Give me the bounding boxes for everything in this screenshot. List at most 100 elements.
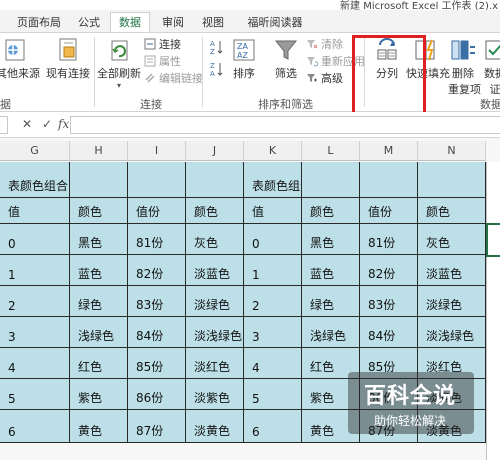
- table-cell[interactable]: 1: [244, 255, 302, 286]
- table-cell[interactable]: 82份: [128, 255, 186, 286]
- table-cell[interactable]: 蓝色: [70, 255, 128, 286]
- table-cell[interactable]: 浅绿色: [70, 317, 128, 348]
- table-cell[interactable]: 81份: [360, 224, 418, 255]
- tab-foxit-reader[interactable]: 福昕阅读器: [236, 13, 314, 32]
- table-cell[interactable]: 0: [0, 224, 70, 255]
- table-cell[interactable]: [418, 162, 486, 198]
- existing-connection-button[interactable]: 现有连接: [44, 37, 92, 81]
- sort-za-icon[interactable]: ZA: [210, 61, 224, 78]
- column-header[interactable]: J: [186, 141, 244, 161]
- tab-formulas[interactable]: 公式: [72, 13, 106, 32]
- table-cell[interactable]: [128, 162, 186, 198]
- table-cell[interactable]: 淡蓝色: [418, 255, 486, 286]
- table-cell[interactable]: 淡红色: [186, 348, 244, 379]
- table-cell[interactable]: 黑色: [70, 224, 128, 255]
- table-cell[interactable]: 84份: [360, 317, 418, 348]
- insert-function-icon[interactable]: fx: [58, 117, 69, 131]
- table-cell[interactable]: [186, 162, 244, 198]
- table-cell[interactable]: 绿色: [70, 286, 128, 317]
- table-cell[interactable]: 浅绿色: [302, 317, 360, 348]
- table-cell[interactable]: 淡紫色: [186, 379, 244, 410]
- clear-filter-button[interactable]: 清除: [306, 37, 343, 53]
- advanced-button[interactable]: 高级: [306, 71, 343, 87]
- filter-button[interactable]: 筛选: [270, 37, 302, 81]
- table-cell[interactable]: 2: [0, 286, 70, 317]
- column-header[interactable]: I: [128, 141, 186, 161]
- other-sources-button[interactable]: 其他来源: [0, 37, 40, 81]
- name-box[interactable]: [0, 116, 8, 134]
- connections-button[interactable]: 连接: [144, 37, 181, 53]
- table-cell[interactable]: 5: [244, 379, 302, 410]
- remove-duplicates-button[interactable]: 删除 重复项: [448, 37, 481, 97]
- table-cell[interactable]: 淡绿色: [418, 286, 486, 317]
- table-cell[interactable]: 4: [244, 348, 302, 379]
- table-cell[interactable]: 绿色: [302, 286, 360, 317]
- refresh-all-button[interactable]: 全部刷新 ▾: [96, 37, 142, 90]
- table-cell[interactable]: 表颜色组合: [0, 162, 70, 198]
- sort-az-icon[interactable]: AZ: [210, 39, 224, 56]
- clear-filter-icon: [307, 40, 318, 49]
- table-cell[interactable]: 灰色: [418, 224, 486, 255]
- table-cell[interactable]: [70, 162, 128, 198]
- tab-page-layout[interactable]: 页面布局: [14, 13, 64, 32]
- table-cell[interactable]: 颜色: [70, 198, 128, 224]
- next-column-cells[interactable]: [486, 162, 500, 460]
- table-cell[interactable]: 淡绿色: [186, 286, 244, 317]
- table-cell[interactable]: 值: [244, 198, 302, 224]
- cancel-icon[interactable]: ✕: [22, 117, 32, 131]
- table-cell[interactable]: 淡浅绿色: [186, 317, 244, 348]
- column-header[interactable]: K: [244, 141, 302, 161]
- table-cell[interactable]: 85份: [128, 348, 186, 379]
- table-cell[interactable]: 颜色: [418, 198, 486, 224]
- formula-bar: ✕ ✓ fx: [0, 112, 500, 138]
- table-cell[interactable]: 6: [244, 410, 302, 443]
- table-cell[interactable]: 紫色: [70, 379, 128, 410]
- edit-links-button[interactable]: 编辑链接: [144, 71, 203, 87]
- column-header[interactable]: G: [0, 141, 70, 161]
- table-cell[interactable]: 5: [0, 379, 70, 410]
- table-cell[interactable]: 颜色: [302, 198, 360, 224]
- table-cell[interactable]: 红色: [70, 348, 128, 379]
- table-cell[interactable]: 颜色: [186, 198, 244, 224]
- table-cell[interactable]: 84份: [128, 317, 186, 348]
- active-cell[interactable]: [486, 223, 500, 257]
- table-cell[interactable]: 82份: [360, 255, 418, 286]
- table-cell[interactable]: 值份: [360, 198, 418, 224]
- table-cell[interactable]: 灰色: [186, 224, 244, 255]
- table-cell[interactable]: 83份: [360, 286, 418, 317]
- table-cell[interactable]: 3: [244, 317, 302, 348]
- enter-icon[interactable]: ✓: [42, 117, 52, 131]
- table-cell[interactable]: 87份: [128, 410, 186, 443]
- data-validation-button[interactable]: 数据 证: [480, 37, 500, 97]
- table-cell[interactable]: 值份: [128, 198, 186, 224]
- table-cell[interactable]: 淡浅绿色: [418, 317, 486, 348]
- table-cell[interactable]: 0: [244, 224, 302, 255]
- sort-button[interactable]: ZA AZ 排序: [228, 37, 260, 81]
- table-cell[interactable]: 81份: [128, 224, 186, 255]
- table-cell[interactable]: 1: [0, 255, 70, 286]
- table-cell[interactable]: [360, 162, 418, 198]
- table-cell[interactable]: 4: [0, 348, 70, 379]
- properties-button[interactable]: 属性: [144, 54, 181, 70]
- column-header[interactable]: L: [302, 141, 360, 161]
- tab-review[interactable]: 审阅: [156, 13, 190, 32]
- formula-input[interactable]: [70, 116, 500, 134]
- table-cell[interactable]: 黑色: [302, 224, 360, 255]
- table-cell[interactable]: 86份: [128, 379, 186, 410]
- column-header[interactable]: N: [418, 141, 486, 161]
- column-header[interactable]: H: [70, 141, 128, 161]
- table-cell[interactable]: 83份: [128, 286, 186, 317]
- table-cell[interactable]: 3: [0, 317, 70, 348]
- table-cell[interactable]: 表颜色组合: [244, 162, 302, 198]
- column-header[interactable]: M: [360, 141, 418, 161]
- table-cell[interactable]: 淡黄色: [186, 410, 244, 443]
- table-cell[interactable]: 值: [0, 198, 70, 224]
- table-cell[interactable]: 淡蓝色: [186, 255, 244, 286]
- table-cell[interactable]: 蓝色: [302, 255, 360, 286]
- table-cell[interactable]: [302, 162, 360, 198]
- table-cell[interactable]: 黄色: [70, 410, 128, 443]
- tab-data[interactable]: 数据: [110, 12, 150, 33]
- table-cell[interactable]: 2: [244, 286, 302, 317]
- tab-view[interactable]: 视图: [196, 13, 230, 32]
- table-cell[interactable]: 6: [0, 410, 70, 443]
